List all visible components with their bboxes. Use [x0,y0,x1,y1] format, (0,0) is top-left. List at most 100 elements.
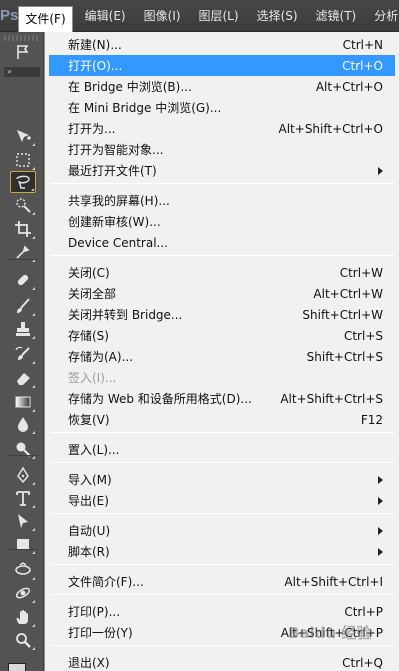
flyout-indicator [32,287,35,290]
menu-item[interactable]: 打开为智能对象... [49,139,395,160]
flyout-indicator [32,482,35,485]
history-brush-tool-icon[interactable] [10,343,36,365]
hand-tool-icon[interactable] [10,606,36,628]
menu-file[interactable]: 文件(F) [18,5,73,32]
menu-item[interactable]: 关闭并转到 Bridge... Shift+Ctrl+W [49,304,395,325]
menu-item[interactable]: 恢复(V) F12 [49,409,395,430]
menu-item-label: 打开为智能对象... [68,143,164,157]
menu-item[interactable]: 文件简介(F)... Alt+Shift+Ctrl+I [49,571,395,592]
flyout-indicator [32,528,35,531]
menu-item-label: 文件简介(F)... [68,575,144,589]
lasso-tool-icon[interactable] [10,171,36,193]
file-menu-dropdown: 新建(N)... Ctrl+N 打开(O)... Ctrl+O 在 Bridge 中浏览… [44,32,399,671]
menu-item[interactable]: 在 Bridge 中浏览(B)... Alt+Ctrl+O [49,76,395,97]
menu-item-shortcut: Ctrl+O [342,58,383,73]
menu-item[interactable]: 新建(N)... Ctrl+N [49,34,395,55]
menu-item-label: 打开(O)... [68,59,123,73]
menu-analysis[interactable]: 分析 [368,4,399,28]
flyout-indicator [32,551,35,554]
menu-item[interactable]: 打开(O)... Ctrl+O [49,55,395,76]
menu-item-shortcut: Alt+Ctrl+W [313,286,383,301]
menu-edit[interactable]: 编辑(E) [79,4,132,28]
menu-item[interactable]: 置入(L)... [49,439,395,460]
3d-orbit-tool-icon[interactable] [10,582,36,604]
collapse-panel-button[interactable]: » [4,67,40,77]
menu-item-shortcut: Ctrl+P [344,604,383,619]
menu-item-label: 创建新审核(W)... [68,215,161,229]
flyout-indicator [32,600,35,603]
menu-item-label: 在 Bridge 中浏览(B)... [68,80,192,94]
spot-healing-tool-icon[interactable] [10,269,36,291]
flyout-indicator [32,647,35,650]
menu-item[interactable]: 存储为(A)... Shift+Ctrl+S [49,346,395,367]
menu-item-label: 关闭全部 [68,287,117,301]
menu-item-label: Device Central... [68,235,168,250]
watermark: Baidu 经验 [288,624,372,642]
submenu-arrow-icon [378,526,383,535]
menu-item[interactable]: 自动(U) [49,520,395,541]
menu-item-label: 新建(N)... [68,38,122,52]
type-tool-icon[interactable] [10,487,36,509]
rectangle-tool-icon[interactable] [10,533,36,555]
menu-item[interactable]: 导出(E) [49,490,395,511]
flyout-indicator [32,385,35,388]
3d-rotate-tool-icon[interactable] [10,559,36,581]
menu-item[interactable]: 脚本(R) [49,541,395,562]
menu-item[interactable]: 创建新审核(W)... [49,211,395,232]
eraser-tool-icon[interactable] [10,367,36,389]
menu-item[interactable]: 打开为... Alt+Shift+Ctrl+O [49,118,395,139]
menu-divider [51,564,395,565]
flyout-indicator [32,577,35,580]
flyout-indicator [32,624,35,627]
gradient-tool-icon[interactable] [10,391,36,413]
toolbar-separator [8,259,38,260]
menu-item[interactable]: Device Central... [49,232,395,253]
menu-item[interactable]: 最近打开文件(T) [49,160,395,181]
path-selection-tool-icon[interactable] [10,510,36,532]
blur-tool-icon[interactable] [10,413,36,435]
menu-item-label: 脚本(R) [68,545,110,559]
marquee-tool-icon[interactable] [10,149,36,171]
menu-item[interactable]: 打印(P)... Ctrl+P [49,601,395,622]
flyout-indicator [32,336,35,339]
menu-item[interactable]: 在 Mini Bridge 中浏览(G)... [49,97,395,118]
menu-item-label: 导入(M) [68,473,112,487]
flyout-indicator [32,431,35,434]
menu-item[interactable]: 关闭全部 Alt+Ctrl+W [49,283,395,304]
brush-tool-icon[interactable] [10,295,36,317]
crop-tool-icon[interactable] [10,218,36,240]
menu-item-shortcut: Alt+Shift+Ctrl+S [280,391,383,406]
menu-item-label: 共享我的屏幕(H)... [68,194,170,208]
menu-item-label: 自动(U) [68,524,111,538]
photoshop-logo: Ps [0,7,19,24]
move-tool-icon[interactable] [10,125,36,147]
flyout-indicator [31,188,34,191]
menu-divider [51,432,395,433]
dodge-tool-icon[interactable] [10,438,36,460]
menu-item-label: 最近打开文件(T) [68,164,157,178]
quick-selection-tool-icon[interactable] [10,194,36,216]
flyout-indicator [32,167,35,170]
menu-layer[interactable]: 图层(L) [193,4,245,28]
clone-stamp-tool-icon[interactable] [10,318,36,340]
menu-item-shortcut: Ctrl+S [343,328,383,343]
pen-tool-icon[interactable] [10,464,36,486]
menu-item[interactable]: 存储为 Web 和设备所用格式(D)... Alt+Shift+Ctrl+S [49,388,395,409]
submenu-arrow-icon [378,547,383,556]
flyout-indicator [32,361,35,364]
menu-item[interactable]: 关闭(C) Ctrl+W [49,262,395,283]
menu-item[interactable]: 存储(S) Ctrl+S [49,325,395,346]
menu-item-label: 打开为... [68,122,116,136]
menu-image[interactable]: 图像(I) [138,4,187,28]
menu-filter[interactable]: 滤镜(T) [310,4,363,28]
menu-item[interactable]: 共享我的屏幕(H)... [49,190,395,211]
menu-select[interactable]: 选择(S) [251,4,304,28]
menu-divider [51,594,395,595]
menu-item-shortcut: Alt+Shift+Ctrl+I [284,574,383,589]
flag-icon[interactable] [10,41,36,63]
foreground-color-swatch[interactable] [8,663,26,671]
zoom-tool-icon[interactable] [10,629,36,651]
menu-item[interactable]: 导入(M) [49,469,395,490]
submenu-arrow-icon [378,475,383,484]
menu-item-shortcut: Ctrl+W [339,265,383,280]
